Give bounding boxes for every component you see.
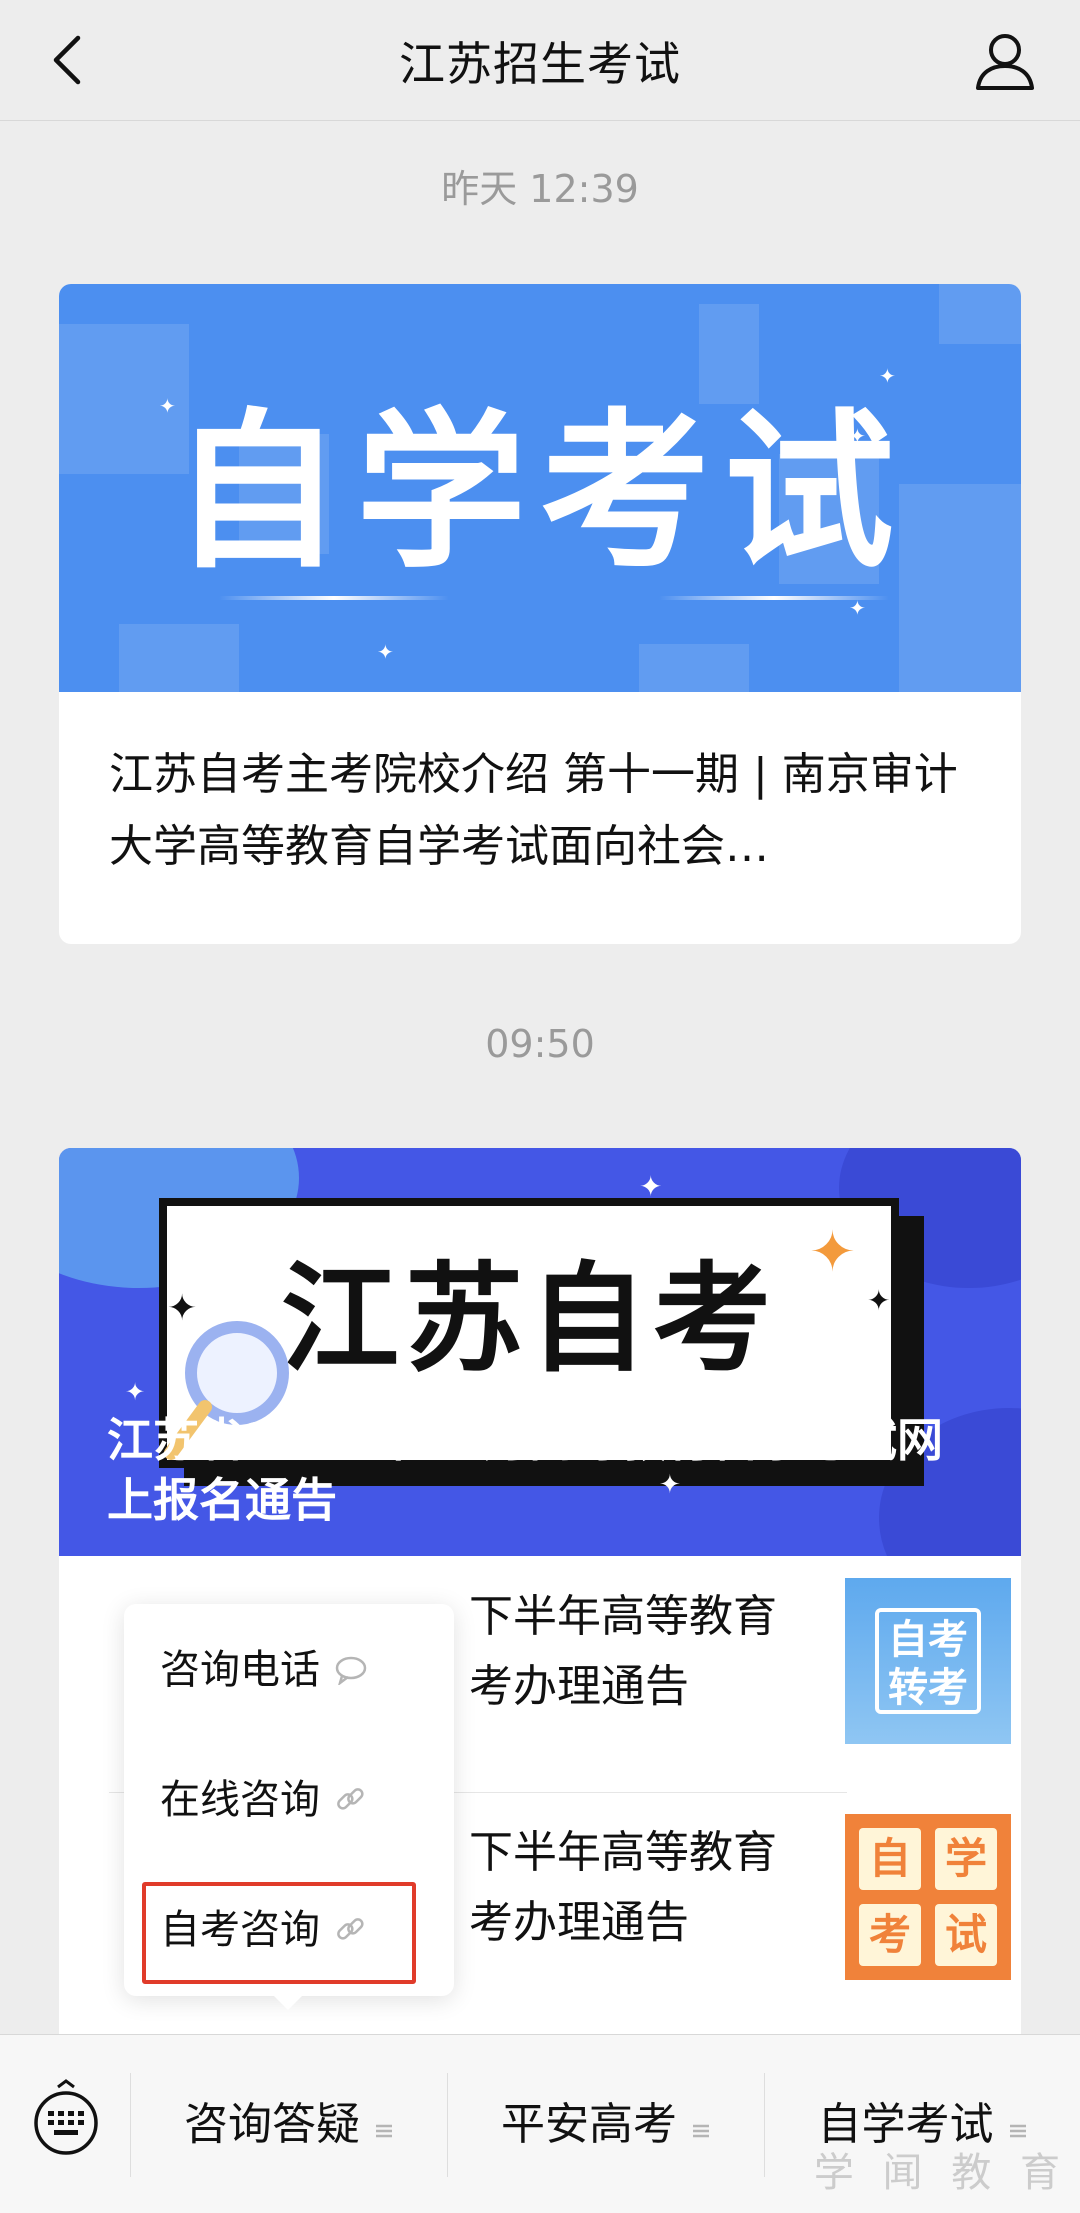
message-timestamp: 09:50 <box>485 1022 595 1066</box>
keyboard-icon <box>34 2079 98 2155</box>
popup-pointer <box>270 1992 306 2010</box>
profile-button[interactable] <box>970 26 1040 96</box>
article-cover-image: 江苏自考 ✦ ✦ ✦ ✦ ✦ ✦ 江苏省2026年10月高等教育自学考试网上报名… <box>59 1148 1021 1556</box>
article-cover-image: 自学考试 ✦ ✦ ✦ ✦ ✦ ✦ <box>59 284 1021 692</box>
menu-lines-icon <box>691 2077 711 2177</box>
menu-item-label: 在线咨询 <box>160 1777 320 1823</box>
article-title: 江苏自考主考院校介绍 第十一期 | 南京审计大学高等教育自学考试面向社会… <box>109 749 958 872</box>
article-card[interactable]: 自学考试 ✦ ✦ ✦ ✦ ✦ ✦ 江苏自考主考院校介绍 第十一期 | 南京审计大… <box>59 284 1021 944</box>
article-thumbnail: 自 学 考 试 <box>845 1814 1011 1980</box>
message-bubble-icon <box>334 1632 368 1712</box>
menu-item-consult-phone[interactable]: 咨询电话 <box>160 1630 368 1710</box>
menu-item-online-consult[interactable]: 在线咨询 <box>160 1760 366 1840</box>
watermark: 学 闻 教 育 <box>813 2150 1068 2196</box>
menu-tab-safe-gaokao[interactable]: 平安高考 <box>448 2075 764 2175</box>
keyboard-toggle-button[interactable] <box>28 2079 104 2155</box>
menu-item-label: 咨询电话 <box>160 1647 320 1693</box>
menu-tab-label: 咨询答疑 <box>184 2099 360 2150</box>
user-icon <box>976 34 1034 90</box>
menu-tab-label: 平安高考 <box>501 2099 677 2150</box>
top-navigation-bar: 江苏招生考试 <box>0 0 1080 121</box>
thumbnail-label: 自考转考 <box>875 1608 981 1714</box>
banner-caption: 江苏省2026年10月高等教育自学考试网上报名通告 <box>107 1413 944 1527</box>
article-thumbnail: 自考转考 <box>845 1578 1011 1744</box>
page-title: 江苏招生考试 <box>399 37 681 91</box>
menu-tab-consult-qa[interactable]: 咨询答疑 <box>131 2075 447 2175</box>
banner-title: 自学考试 <box>171 394 908 592</box>
link-icon <box>334 1762 366 1842</box>
message-timestamp: 昨天 12:39 <box>441 167 639 211</box>
highlight-annotation <box>142 1882 416 1984</box>
menu-lines-icon <box>374 2077 394 2177</box>
